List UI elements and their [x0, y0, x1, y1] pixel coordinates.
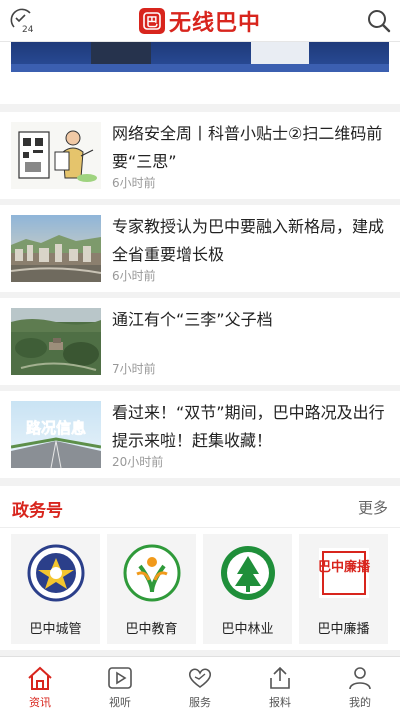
news-title: 专家教授认为巴中要融入新格局，建成全省重要增长极 — [112, 217, 385, 264]
svg-text:巴: 巴 — [146, 15, 158, 29]
news-time: 6小时前 — [112, 269, 156, 283]
education-logo-icon — [123, 544, 181, 602]
account-card-linye[interactable]: 巴中林业 — [203, 534, 292, 644]
lianbo-seal-icon: 巴中廉播 — [315, 544, 373, 602]
city-management-emblem-icon — [27, 544, 85, 602]
gov-accounts-section: 政务号 更多 巴中城管 巴中教育 巴中林业 巴中廉播 巴中廉播 — [0, 486, 400, 650]
forestry-logo-icon — [219, 544, 277, 602]
share-upload-icon — [270, 666, 290, 689]
brand-logo-icon: 巴 — [138, 7, 165, 34]
news-time: 20小时前 — [112, 455, 164, 469]
home-icon — [28, 666, 52, 690]
account-card-lianbo[interactable]: 巴中廉播 巴中廉播 — [299, 534, 388, 644]
section-title: 政务号 — [12, 501, 63, 521]
tab-news[interactable]: 资讯 — [0, 657, 80, 711]
heart-icon — [188, 668, 212, 688]
svg-text:巴中廉播: 巴中廉播 — [318, 559, 371, 575]
news-item[interactable]: 专家教授认为巴中要融入新格局，建成全省重要增长极 6小时前 — [0, 205, 400, 292]
tab-label: 视听 — [109, 696, 131, 709]
tab-label: 我的 — [349, 696, 371, 709]
tab-video[interactable]: 视听 — [80, 657, 160, 711]
tab-profile[interactable]: 我的 — [320, 657, 400, 711]
news-title: 看过来！“双节”期间，巴中路况及出行提示来啦！赶集收藏！ — [112, 403, 385, 450]
news-item[interactable]: 通江有个“三李”父子档 7小时前 — [0, 298, 400, 385]
weather-24-icon[interactable]: 24 — [8, 7, 36, 35]
svg-text:24: 24 — [22, 25, 34, 35]
tab-label: 服务 — [189, 696, 211, 709]
user-icon — [349, 667, 371, 690]
account-name: 巴中林业 — [221, 622, 274, 637]
news-item[interactable]: 路况信息 看过来！“双节”期间，巴中路况及出行提示来啦！赶集收藏！ 20小时前 — [0, 391, 400, 478]
news-time: 7小时前 — [112, 362, 156, 376]
tab-service[interactable]: 服务 — [160, 657, 240, 711]
tab-label: 资讯 — [29, 696, 51, 709]
top-banner-image[interactable] — [11, 42, 389, 72]
account-name: 巴中廉播 — [317, 622, 370, 637]
news-thumbnail — [11, 215, 101, 282]
news-item[interactable]: 网络安全周丨科普小贴士②扫二维码前要“三思” 6小时前 — [0, 112, 400, 199]
brand-name: 无线巴中 — [168, 9, 261, 36]
account-card-jiaoyu[interactable]: 巴中教育 — [107, 534, 196, 644]
news-thumbnail — [11, 308, 101, 375]
bottom-tab-bar: 资讯 视听 服务 报料 我的 — [0, 656, 400, 711]
brand: 巴 无线巴中 — [138, 5, 261, 37]
news-title: 网络安全周丨科普小贴士②扫二维码前要“三思” — [112, 124, 383, 171]
account-name: 巴中教育 — [125, 622, 178, 637]
news-time: 6小时前 — [112, 176, 156, 190]
account-card-chengguan[interactable]: 巴中城管 — [11, 534, 100, 644]
tab-label: 报料 — [269, 696, 291, 709]
news-thumbnail — [11, 122, 101, 189]
svg-text:路况信息: 路况信息 — [26, 419, 86, 437]
account-name: 巴中城管 — [29, 622, 82, 637]
news-thumbnail: 路况信息 — [11, 401, 101, 468]
app-header: 24 巴 无线巴中 — [0, 0, 400, 42]
news-title: 通江有个“三李”父子档 — [112, 310, 273, 329]
play-icon — [108, 667, 132, 689]
tab-report[interactable]: 报料 — [240, 657, 320, 711]
divider — [0, 527, 400, 528]
more-link[interactable]: 更多 — [358, 497, 388, 518]
search-icon[interactable] — [366, 8, 392, 34]
top-banner-area — [0, 42, 400, 104]
